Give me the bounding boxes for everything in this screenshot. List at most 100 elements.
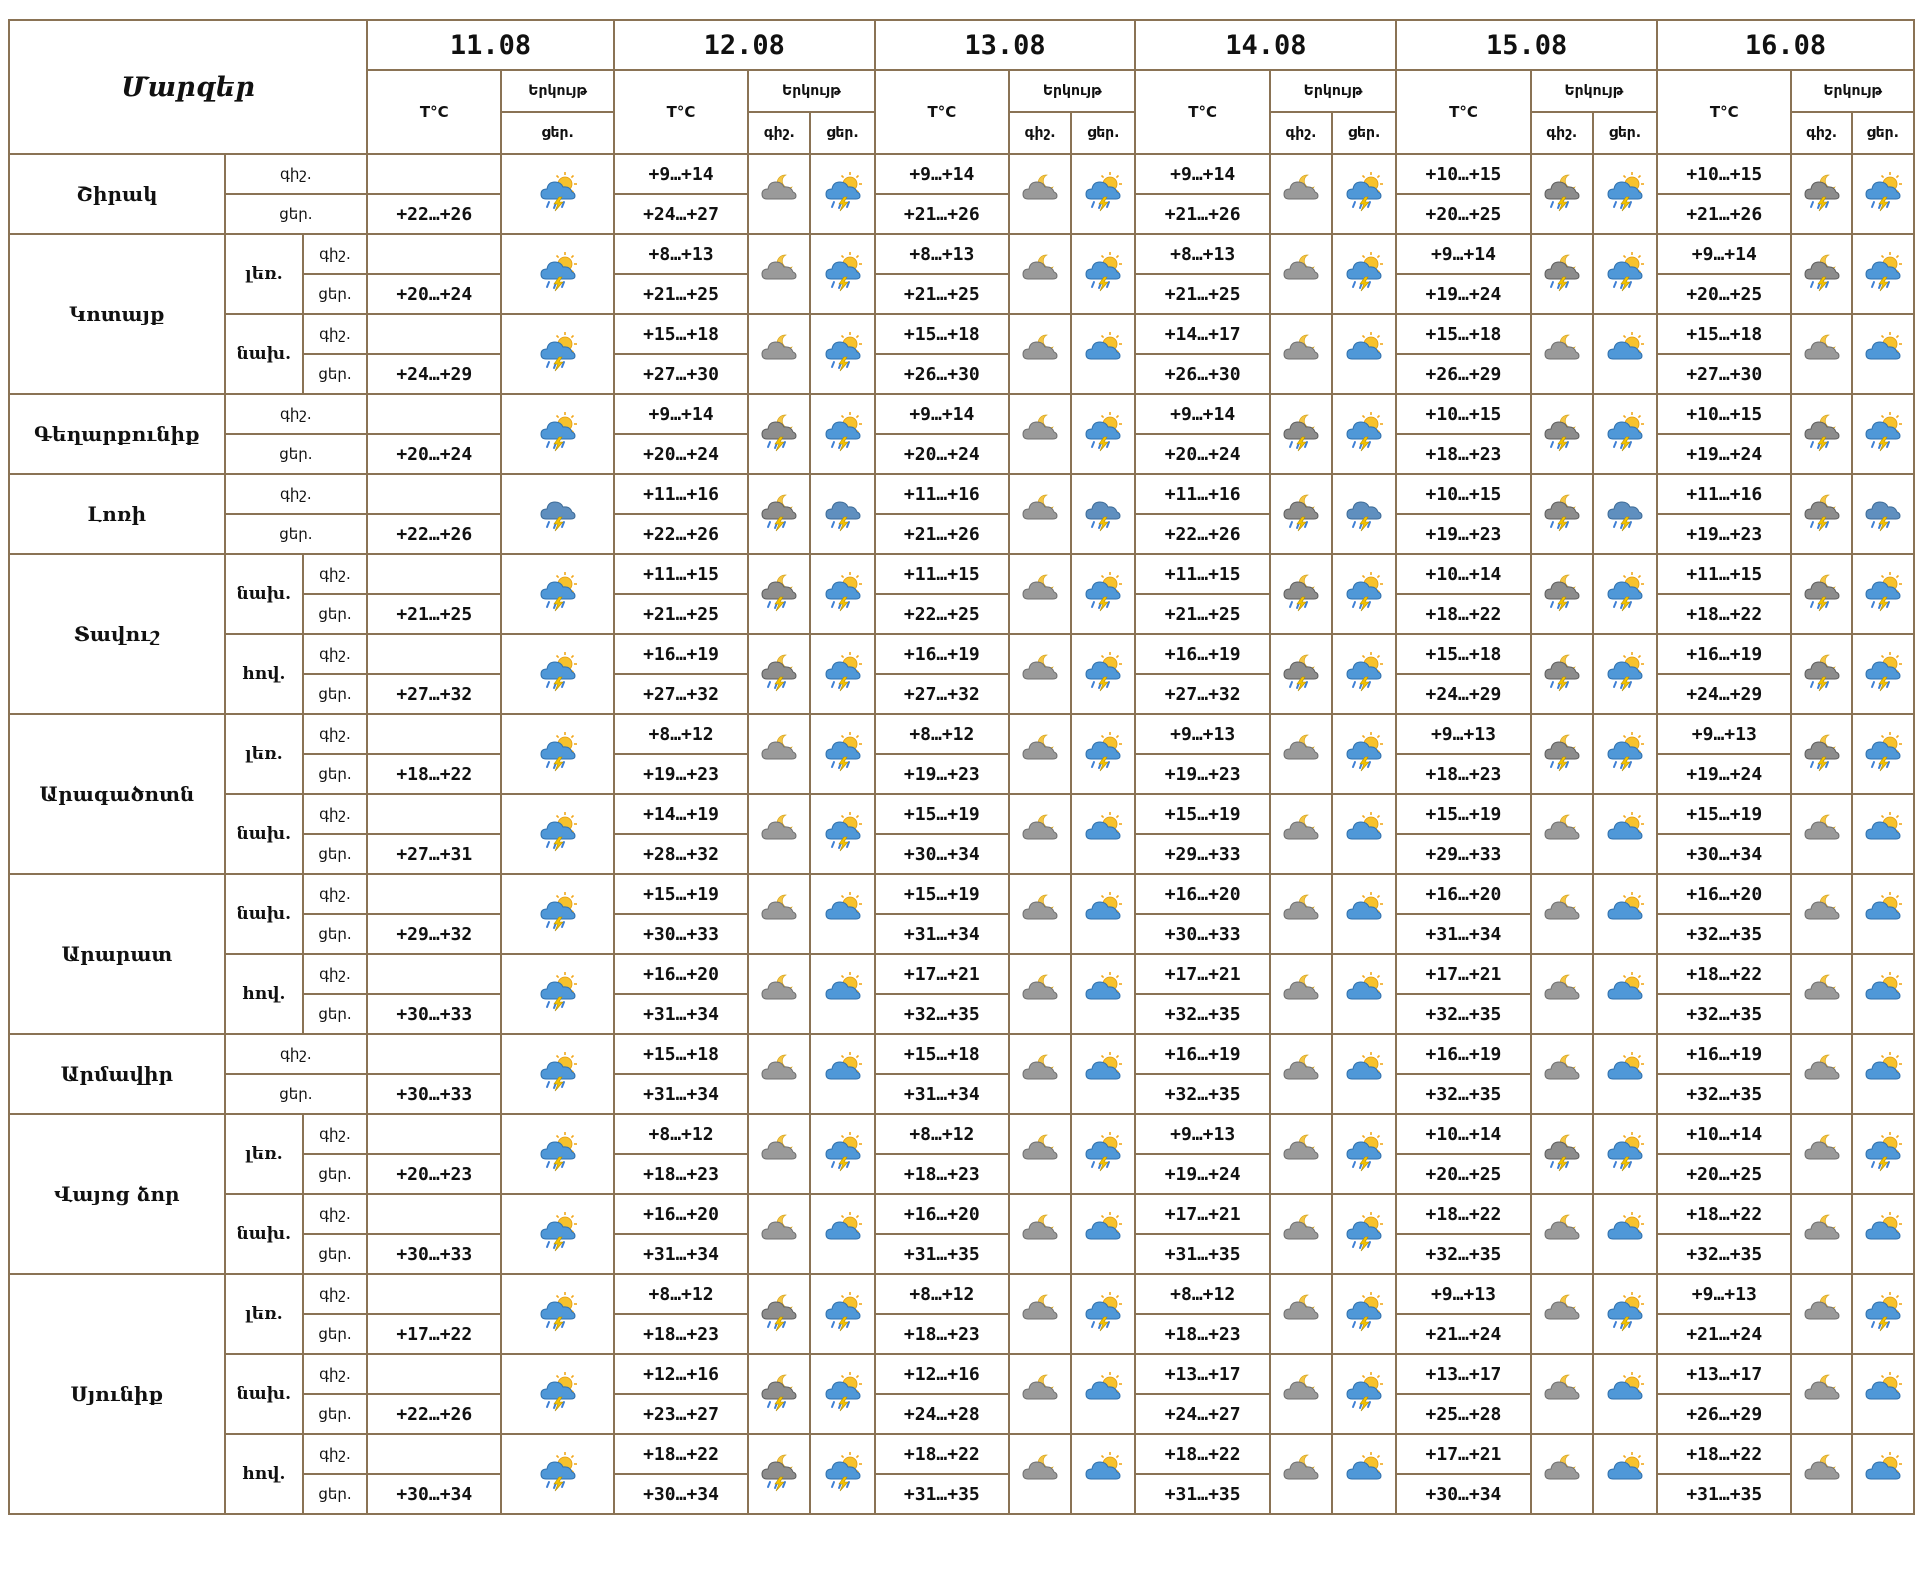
weather-cell [1790,713,1853,795]
weather-cell [1331,553,1398,635]
cloud-sun-storm-icon [1344,411,1384,453]
storm-moon-icon [1802,571,1842,613]
cloud-sun-storm-icon [1344,571,1384,613]
storm-cloud-icon [1083,491,1123,533]
temp-night-cell: +11…+16 [1656,473,1793,515]
cloud-sun-storm-icon [1083,651,1123,693]
temp-night-cell: +16…+19 [1134,633,1271,675]
temp-night-cell: +15…+18 [873,313,1011,355]
region-name: Արարատ [8,873,226,1035]
temp-day-cell: +19…+23 [1134,753,1271,795]
temp-night-cell: +13…+17 [1134,1353,1271,1395]
cloud-moon-icon [1542,1451,1582,1493]
weather-cell [1529,313,1594,395]
storm-moon-icon [1802,411,1842,453]
temp-day-cell: +30…+34 [612,1473,750,1515]
cloud-sun-storm-icon [1605,1131,1645,1173]
cloud-sun-storm-icon [538,1291,578,1333]
cloud-moon-icon [1281,731,1321,773]
storm-cloud-icon [1605,491,1645,533]
weather-cell [1591,1113,1659,1195]
storm-moon-icon [1281,651,1321,693]
temp-day-cell: +27…+32 [612,673,750,715]
cloud-sun-icon [1605,811,1645,853]
date-header: 13.08 [873,19,1137,71]
day-label: ցեր. [223,433,369,475]
weather-cell [1268,1353,1334,1435]
cloud-moon-icon [1020,1371,1060,1413]
weather-cell [1070,233,1137,315]
temp-day-cell: +18…+23 [873,1153,1011,1195]
weather-cell [1331,153,1398,235]
zone-label: լեռ. [223,1113,304,1195]
weather-cell [1790,1353,1853,1435]
temp-night-cell: +16…+20 [1656,873,1793,915]
cloud-sun-storm-icon [823,331,863,373]
night-row: Շիրակ գիշ. +9…+14 +9…+14 +9…+14 +10…+15 +10…+1… [8,153,1916,235]
cloud-sun-icon [1344,331,1384,373]
weather-cell [1331,1433,1398,1515]
cloud-sun-storm-icon [1605,411,1645,453]
day-label: ցեր. [301,833,369,875]
cloud-moon-icon [759,251,799,293]
weather-cell [1008,793,1073,875]
weather-cell [1790,1433,1853,1515]
night-row: Արագածոտն լեռ. գիշ. +8…+12 +8…+12 +9…+13 +9…+1… [8,713,1916,875]
weather-cell [747,313,812,395]
day-subheader: ցեր. [1850,111,1916,155]
weather-cell [747,1033,812,1115]
temp-header: T°C [612,69,750,155]
cloud-sun-storm-icon [538,651,578,693]
weather-cell [1070,713,1137,795]
weather-cell [747,1433,812,1515]
cloud-moon-icon [1020,331,1060,373]
temp-night-cell: +16…+19 [612,633,750,675]
weather-cell [1790,393,1853,475]
weather-cell [1529,393,1594,475]
weather-cell [1529,233,1594,315]
cloud-moon-icon [759,1051,799,1093]
weather-cell [1850,633,1916,715]
night-label: գիշ. [223,153,369,195]
cloud-moon-icon [1802,1371,1842,1413]
temp-night-cell: +16…+19 [1656,633,1793,675]
temp-day-cell: +22…+26 [366,513,503,555]
weather-cell [1850,1193,1916,1275]
cloud-sun-storm-icon [823,171,863,213]
header-row-dates: Մարզեր 11.08 12.08 13.08 14.08 15.08 16.… [7,19,1915,155]
temp-night-cell [366,793,503,835]
temp-day-cell: +18…+23 [1134,1313,1271,1355]
weather-cell [1850,1033,1916,1115]
temp-night-cell: +11…+16 [612,473,750,515]
night-row: հով. գիշ. +16…+19 +16…+19 +16…+19 +15…+18 +16…… [9,633,1916,715]
cloud-moon-icon [1281,811,1321,853]
cloud-sun-storm-icon [1083,1291,1123,1333]
cloud-sun-icon [1344,1051,1384,1093]
temp-day-cell: +19…+24 [1656,753,1793,795]
storm-cloud-icon [1863,491,1903,533]
weather-cell [1070,473,1137,555]
weather-cell [1268,633,1334,715]
weather-cell [809,873,876,955]
temp-day-cell: +20…+24 [873,433,1011,475]
weather-cell [1790,1113,1853,1195]
temp-day-cell: +19…+23 [873,753,1011,795]
temp-day-cell: +30…+33 [612,913,750,955]
temp-night-cell: +9…+14 [1134,393,1271,435]
temp-night-cell: +10…+15 [1656,153,1793,195]
temp-night-cell [366,873,503,915]
temp-night-cell [366,1273,503,1315]
night-row: Սյունիք լեռ. գիշ. +8…+12 +8…+12 +8…+12 +9…+13 +… [8,1273,1916,1515]
temp-night-cell: +8…+12 [873,1273,1011,1315]
cloud-moon-icon [1020,571,1060,613]
weather-cell [1268,1033,1334,1115]
temp-night-cell: +10…+14 [1395,553,1532,595]
weather-cell [809,1353,876,1435]
cloud-sun-storm-icon [823,571,863,613]
storm-moon-icon [1281,491,1321,533]
day-label: ցեր. [223,1073,369,1115]
day-subheader: ցեր. [809,111,876,155]
temp-day-cell: +21…+26 [873,193,1011,235]
weather-cell [500,153,615,235]
temp-day-cell: +18…+22 [366,753,503,795]
